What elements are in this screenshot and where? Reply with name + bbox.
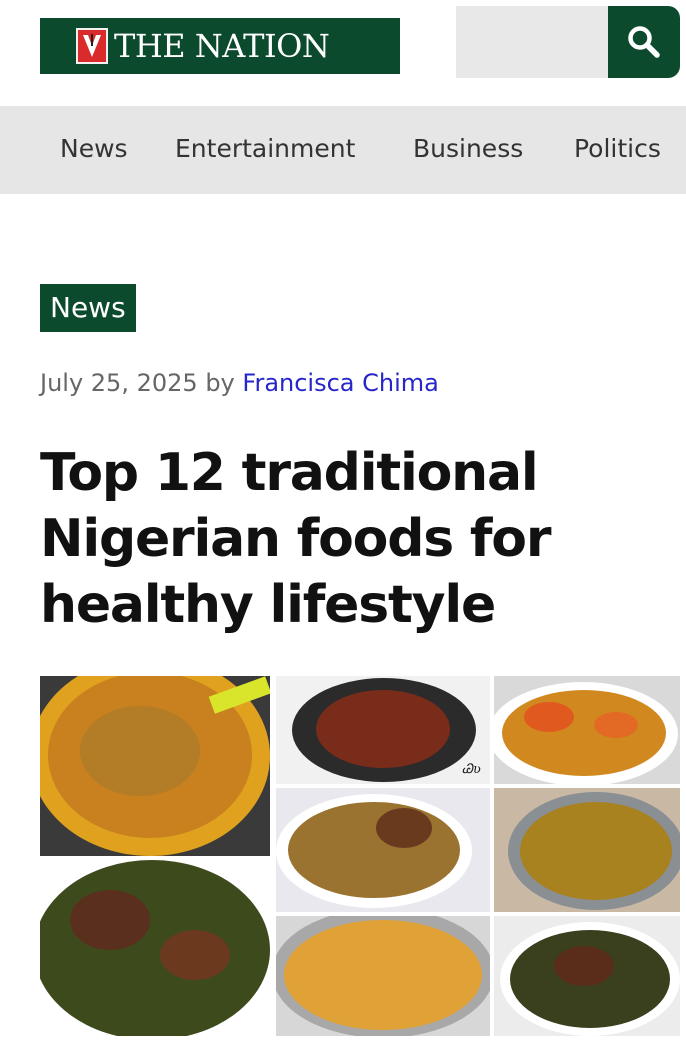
logo-text: THE NATION (114, 27, 330, 65)
article-meta: July 25, 2025 by Francisca Chima (40, 369, 439, 397)
food-photo-egusi (276, 788, 490, 912)
nav-item-news[interactable]: News (60, 134, 128, 163)
site-logo[interactable]: THE NATION (40, 18, 400, 74)
food-photo-soup-pot (40, 676, 270, 856)
main-nav: News Entertainment Business Politics (0, 106, 686, 194)
food-photo-ogbono (494, 788, 680, 912)
food-photo-pepper-soup (276, 916, 490, 1036)
search-icon (628, 26, 660, 58)
author-link[interactable]: Francisca Chima (242, 369, 438, 397)
food-photo-prawn-soup (494, 676, 680, 784)
article-date: July 25, 2025 (40, 369, 198, 397)
search-input[interactable] (456, 6, 612, 78)
article-title: Top 12 traditional Nigerian foods for he… (40, 443, 551, 635)
food-photo-afang-soup (494, 916, 680, 1036)
logo-emblem-icon (76, 28, 108, 64)
food-photo-vegetable-soup (40, 860, 270, 1036)
image-watermark: Ꮚʋ (462, 762, 481, 777)
food-photo-stew: Ꮚʋ (276, 676, 490, 784)
search-button[interactable] (608, 6, 680, 78)
featured-image: Ꮚʋ (40, 676, 680, 1036)
category-badge[interactable]: News (40, 284, 136, 332)
nav-item-politics[interactable]: Politics (574, 134, 661, 163)
nav-item-business[interactable]: Business (413, 134, 523, 163)
nav-item-entertainment[interactable]: Entertainment (175, 134, 355, 163)
byline-prefix: by (205, 369, 235, 397)
